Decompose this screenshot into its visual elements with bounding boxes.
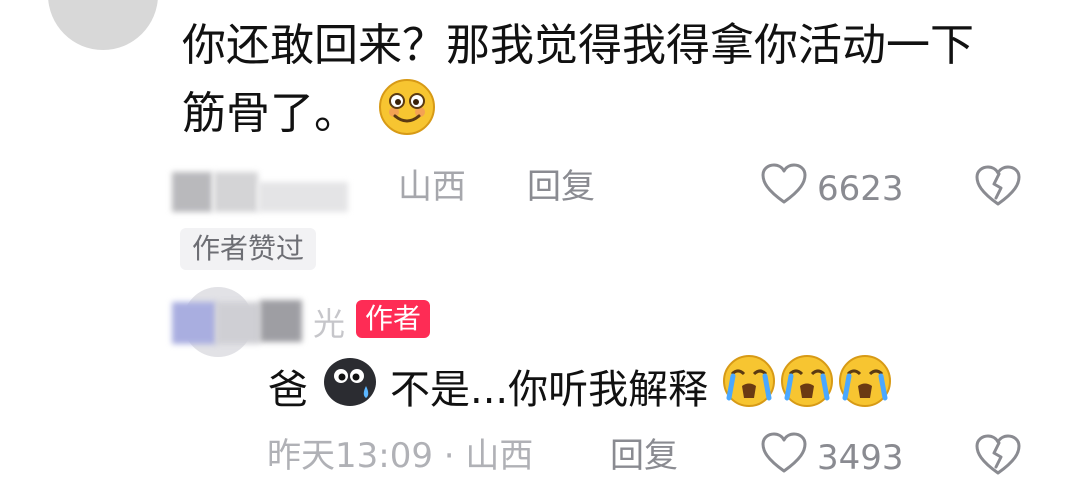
comment-line-1: 你还敢回来？那我觉得我得拿你活动一下 <box>182 20 974 71</box>
blurred-username <box>216 302 260 344</box>
heart-icon <box>761 432 807 483</box>
like-count: 6623 <box>817 168 904 209</box>
reply-time: 昨天13:09 <box>267 436 433 476</box>
smile-emoji-icon <box>378 78 436 154</box>
broken-heart-icon <box>974 165 1022 212</box>
blurred-username <box>260 300 302 342</box>
blurred-username <box>172 172 212 212</box>
author-badge: 作者 <box>356 300 431 338</box>
meta-separator: · <box>443 436 455 476</box>
author-liked-badge: 作者赞过 <box>180 228 317 270</box>
like-button[interactable]: 6623 <box>761 163 904 214</box>
comment-line-2: 筋骨了。 <box>182 88 358 139</box>
avatar[interactable] <box>48 0 158 50</box>
reply-button[interactable]: 回复 <box>610 436 678 476</box>
reply-button[interactable]: 回复 <box>527 167 595 207</box>
crying-emoji-icon <box>778 354 836 425</box>
reply-location: 山西 <box>465 436 534 476</box>
dislike-button[interactable] <box>974 433 1022 481</box>
blurred-username <box>258 182 348 212</box>
black-blob-emoji-icon <box>322 354 378 425</box>
reply-text: 爸 不是...你听我解释 <box>268 354 894 425</box>
blurred-username <box>214 172 258 212</box>
comment-text: 你还敢回来？那我觉得我得拿你活动一下 筋骨了。 <box>182 14 1042 154</box>
crying-emoji-icon <box>720 354 778 425</box>
blurred-username <box>172 302 216 344</box>
username-visible-part: 光 <box>313 305 346 343</box>
like-button[interactable]: 3493 <box>761 432 904 483</box>
crying-emoji-icon <box>836 354 894 425</box>
comment-location: 山西 <box>398 167 466 207</box>
reply-text-part-1: 爸 <box>268 366 308 413</box>
reply-text-part-2: 不是...你听我解释 <box>390 366 709 413</box>
heart-icon <box>761 163 807 214</box>
reply-meta: 昨天13:09 · 山西 <box>267 436 533 476</box>
dislike-button[interactable] <box>974 164 1022 212</box>
